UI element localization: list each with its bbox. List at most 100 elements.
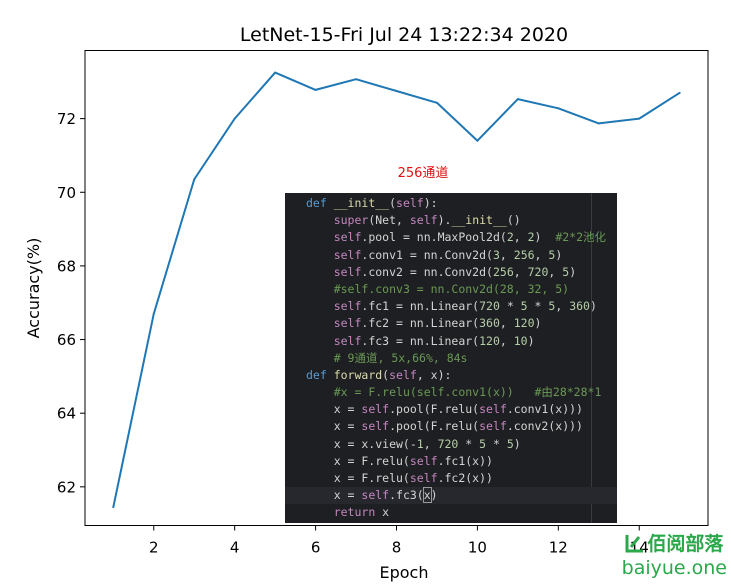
code-line: def __init__(self): <box>285 195 617 212</box>
code-line: x = x.view(-1, 720 * 5 * 5) <box>285 436 617 453</box>
code-token: () <box>506 213 521 228</box>
code-token: 3 <box>492 247 500 262</box>
code-token: x <box>422 487 432 504</box>
x-axis: 2 4 6 8 10 12 14 <box>149 525 649 557</box>
watermark-domain: baiyue.one <box>621 557 727 579</box>
code-token: self <box>396 196 424 210</box>
code-line: #self.conv3 = nn.Conv2d(28, 32, 5) <box>285 281 617 298</box>
code-token: x = x.view(- <box>306 436 417 451</box>
code-token: * <box>486 436 507 451</box>
code-token: self <box>479 419 507 434</box>
code-token: ( <box>389 196 397 210</box>
code-token: #self.conv3 = nn.Conv2d(28, 32, 5) <box>333 281 570 296</box>
code-token: ) <box>534 316 542 331</box>
data-point <box>112 506 115 509</box>
watermark-logo: 佰阅部落 <box>622 529 727 556</box>
code-token: , <box>513 264 528 279</box>
code-token: .conv2(x))) <box>506 419 583 434</box>
code-token: 360 <box>479 316 500 331</box>
code-token: ) <box>513 436 521 451</box>
code-token: return <box>333 505 376 520</box>
x-tick-label: 10 <box>468 539 487 557</box>
data-point <box>314 88 317 91</box>
code-token: 256 <box>513 247 535 262</box>
y-axis-label: Accuracy(%) <box>24 238 43 339</box>
code-token: ) <box>527 333 535 348</box>
code-token: 256 <box>492 264 514 279</box>
code-token: def <box>306 196 334 210</box>
data-point <box>233 117 236 120</box>
code-line: self.pool = nn.MaxPool2d(2, 2) #2*2池化 <box>285 229 617 246</box>
code-token: ) <box>555 247 563 262</box>
watermark-brand: 佰阅部落 <box>647 533 724 555</box>
code-token: .conv2 = nn.Conv2d( <box>361 264 493 279</box>
data-point <box>678 91 681 94</box>
code-line: self.fc1 = nn.Linear(720 * 5 * 5, 360) <box>285 298 617 315</box>
code-token: 5 <box>520 299 528 314</box>
code-token: def <box>306 367 334 382</box>
data-point <box>435 101 438 104</box>
code-token: .fc1 = nn.Linear( <box>361 299 480 314</box>
code-token: .fc1(x)) <box>437 453 493 468</box>
x-tick-label: 8 <box>392 539 402 557</box>
code-line: self.conv1 = nn.Conv2d(3, 256, 5) <box>285 247 617 264</box>
code-token: , <box>423 436 438 451</box>
x-tick-label: 6 <box>311 539 321 557</box>
code-token: x = <box>306 419 362 434</box>
code-token: ) <box>430 488 438 503</box>
code-token: super <box>333 213 369 228</box>
code-body: def __init__(self): super(Net, self).__i… <box>285 195 617 522</box>
code-token: 1 <box>416 436 424 451</box>
code-token: self <box>333 247 362 262</box>
x-tick-label: 4 <box>230 539 240 557</box>
code-token: .pool(F.relu( <box>389 402 480 417</box>
code-token: self <box>409 213 438 228</box>
code-token: .fc3 = nn.Linear( <box>361 333 480 348</box>
code-token: , x): <box>416 367 452 382</box>
code-line: self.fc2 = nn.Linear(360, 120) <box>285 315 617 332</box>
code-token: ). <box>437 213 452 228</box>
code-token: ) <box>589 299 597 314</box>
code-token: 2 <box>506 230 514 245</box>
code-token: ) <box>569 264 577 279</box>
code-token: self <box>479 402 507 417</box>
code-line: x = self.pool(F.relu(self.conv2(x))) <box>285 418 617 435</box>
code-token: .fc2 = nn.Linear( <box>361 316 480 331</box>
code-token: self <box>409 471 438 485</box>
code-token: self <box>333 264 362 279</box>
code-token: forward <box>333 367 383 382</box>
data-point <box>193 178 196 181</box>
code-token: self <box>389 367 417 382</box>
code-token: #2*2池化 <box>555 230 607 245</box>
x-tick-label: 2 <box>149 539 159 557</box>
code-token: self <box>333 333 362 348</box>
code-line: super(Net, self).__init__() <box>285 212 617 229</box>
code-token: # 9通道, 5x,66%, 84s <box>333 350 468 365</box>
code-token: .conv1(x))) <box>506 402 583 417</box>
code-token: , <box>555 299 570 314</box>
code-line: x = F.relu(self.fc2(x)) <box>285 470 617 487</box>
data-point <box>557 107 560 110</box>
code-token: .fc2(x)) <box>437 471 493 485</box>
chart-title: LetNet-15-Fri Jul 24 13:22:34 2020 <box>240 24 568 46</box>
code-token: * <box>527 299 549 314</box>
code-token: self <box>333 299 362 314</box>
data-point <box>476 139 479 142</box>
code-token: self <box>361 419 390 434</box>
y-tick-label: 62 <box>57 478 76 496</box>
code-token: .fc3( <box>389 488 424 503</box>
data-point <box>152 312 155 315</box>
data-point <box>274 71 277 74</box>
watermark: 佰阅部落 baiyue.one <box>622 529 727 579</box>
code-token: self <box>333 230 362 245</box>
brand-logo-icon <box>625 533 645 553</box>
code-line: self.fc3 = nn.Linear(120, 10) <box>285 333 617 350</box>
y-tick-label: 66 <box>57 331 76 349</box>
code-line: def forward(self, x): <box>285 367 617 384</box>
data-point <box>516 98 519 101</box>
